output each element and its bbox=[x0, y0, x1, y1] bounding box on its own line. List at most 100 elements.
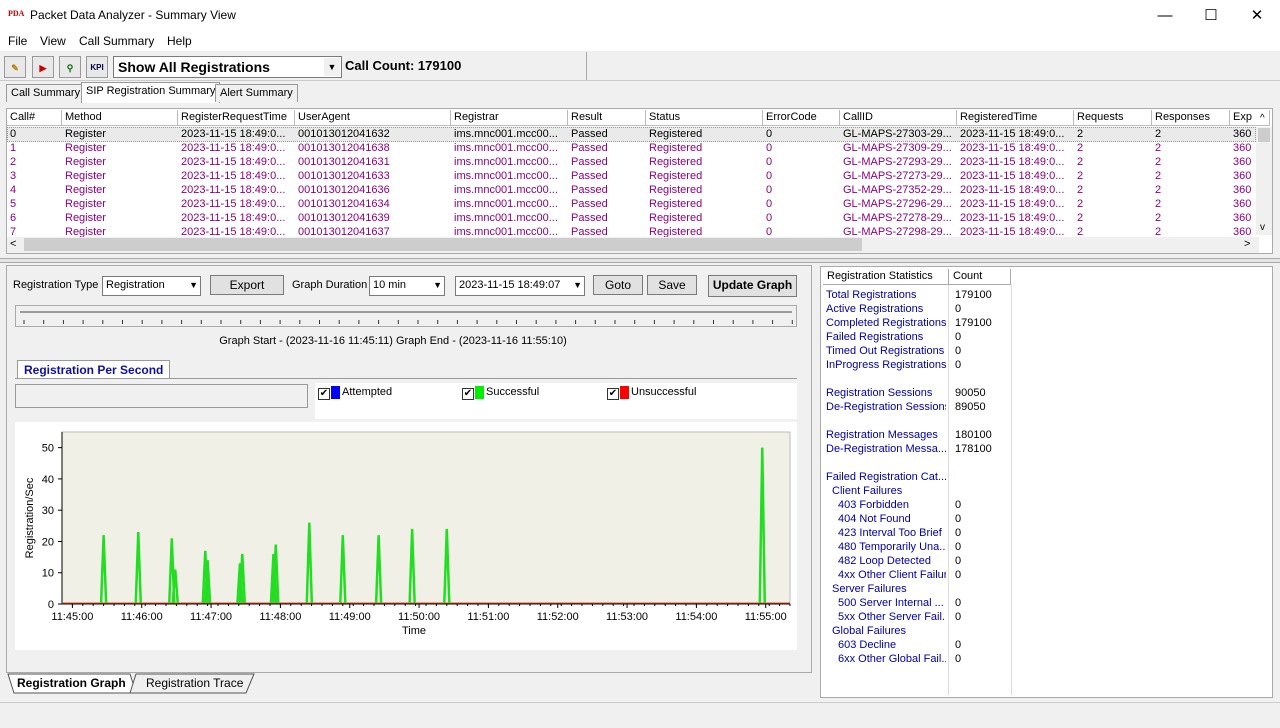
export-button[interactable]: Export bbox=[210, 275, 284, 295]
cell-error-code[interactable]: 0 bbox=[763, 170, 840, 184]
registration-type-select[interactable]: Registration ▼ bbox=[102, 276, 201, 296]
chevron-down-icon[interactable]: ▼ bbox=[573, 280, 582, 290]
cell-call-id[interactable]: GL-MAPS-27352-29... bbox=[840, 184, 957, 198]
column-header-status[interactable]: Status bbox=[646, 110, 763, 126]
cell-method[interactable]: Register bbox=[62, 198, 178, 212]
chevron-down-icon[interactable]: ▼ bbox=[189, 280, 198, 290]
stat-label[interactable] bbox=[826, 415, 946, 429]
column-header-register-request-time[interactable]: RegisterRequestTime bbox=[178, 110, 295, 126]
cell-user-agent[interactable]: 001013012041638 bbox=[295, 142, 451, 156]
graph-datetime-picker[interactable]: 2023-11-15 18:49:07 ▼ bbox=[455, 276, 585, 296]
cell-result[interactable]: Passed bbox=[568, 128, 646, 142]
cell-status[interactable]: Registered bbox=[646, 142, 763, 156]
cell-error-code[interactable]: 0 bbox=[763, 142, 840, 156]
grid-vertical-scrollbar[interactable] bbox=[1256, 127, 1272, 235]
stat-label[interactable]: 423 Interval Too Brief bbox=[838, 527, 946, 541]
cell-call-id[interactable]: GL-MAPS-27278-29... bbox=[840, 212, 957, 226]
stat-label[interactable]: Completed Registrations bbox=[826, 317, 946, 331]
find-icon[interactable]: ⚲ bbox=[59, 56, 81, 78]
cell-call-id[interactable]: GL-MAPS-27296-29... bbox=[840, 198, 957, 212]
legend-successful-checkbox[interactable]: ✔ bbox=[462, 388, 474, 400]
column-header-method[interactable]: Method bbox=[62, 110, 178, 126]
cell-user-agent[interactable]: 001013012041633 bbox=[295, 170, 451, 184]
cell-requests[interactable]: 2 bbox=[1074, 142, 1152, 156]
registration-filter-select[interactable]: Show All Registrations ▼ bbox=[113, 56, 342, 78]
pane-splitter[interactable] bbox=[0, 258, 1280, 263]
cell-register-request-time[interactable]: 2023-11-15 18:49:0... bbox=[178, 170, 295, 184]
cell-user-agent[interactable]: 001013012041639 bbox=[295, 212, 451, 226]
cell-responses[interactable]: 2 bbox=[1152, 156, 1230, 170]
cell-registered-time[interactable]: 2023-11-15 18:49:0... bbox=[957, 198, 1074, 212]
tab-call-summary[interactable]: Call Summary bbox=[6, 84, 86, 102]
stats-header-name[interactable]: Registration Statistics bbox=[823, 269, 949, 285]
cell-error-code[interactable]: 0 bbox=[763, 198, 840, 212]
cell-user-agent[interactable]: 001013012041634 bbox=[295, 198, 451, 212]
cell-register-request-time[interactable]: 2023-11-15 18:49:0... bbox=[178, 156, 295, 170]
stat-label[interactable]: De-Registration Messa... bbox=[826, 443, 946, 457]
cell-status[interactable]: Registered bbox=[646, 184, 763, 198]
column-header-registrar[interactable]: Registrar bbox=[451, 110, 568, 126]
stat-label[interactable]: 500 Server Internal ... bbox=[838, 597, 946, 611]
cell-result[interactable]: Passed bbox=[568, 156, 646, 170]
cell-register-request-time[interactable]: 2023-11-15 18:49:0... bbox=[178, 128, 295, 142]
stat-label[interactable]: Global Failures bbox=[832, 625, 946, 639]
tab-registration-trace[interactable]: Registration Trace bbox=[146, 676, 243, 690]
export-icon[interactable]: ▶ bbox=[32, 56, 54, 78]
cell-requests[interactable]: 2 bbox=[1074, 184, 1152, 198]
stat-label[interactable]: 4xx Other Client Failure bbox=[838, 569, 946, 583]
stat-label[interactable] bbox=[826, 373, 946, 387]
stat-label[interactable]: Timed Out Registrations bbox=[826, 345, 946, 359]
cell-error-code[interactable]: 0 bbox=[763, 156, 840, 170]
tab-registration-graph[interactable]: Registration Graph bbox=[17, 676, 126, 690]
cell-error-code[interactable]: 0 bbox=[763, 184, 840, 198]
cell-registrar[interactable]: ims.mnc001.mcc00... bbox=[451, 142, 568, 156]
column-header-result[interactable]: Result bbox=[568, 110, 646, 126]
cell-requests[interactable]: 2 bbox=[1074, 170, 1152, 184]
stat-label[interactable] bbox=[826, 457, 946, 471]
cell-status[interactable]: Registered bbox=[646, 128, 763, 142]
cell-result[interactable]: Passed bbox=[568, 212, 646, 226]
cell-status[interactable]: Registered bbox=[646, 212, 763, 226]
stat-label[interactable]: 404 Not Found bbox=[838, 513, 946, 527]
stat-label[interactable]: Client Failures bbox=[832, 485, 946, 499]
cell-result[interactable]: Passed bbox=[568, 184, 646, 198]
scroll-right-icon[interactable]: > bbox=[1244, 238, 1250, 250]
tab-sip-registration-summary[interactable]: SIP Registration Summary bbox=[81, 82, 221, 103]
cell-method[interactable]: Register bbox=[62, 212, 178, 226]
stat-label[interactable]: InProgress Registrations bbox=[826, 359, 946, 373]
cell-register-request-time[interactable]: 2023-11-15 18:49:0... bbox=[178, 142, 295, 156]
stat-label[interactable]: Failed Registrations bbox=[826, 331, 946, 345]
stat-label[interactable]: Server Failures bbox=[832, 583, 946, 597]
cell-call-id[interactable]: GL-MAPS-27309-29... bbox=[840, 142, 957, 156]
cell-registered-time[interactable]: 2023-11-15 18:49:0... bbox=[957, 170, 1074, 184]
stat-label[interactable]: 5xx Other Server Fail... bbox=[838, 611, 946, 625]
cell-call-id[interactable]: GL-MAPS-27273-29... bbox=[840, 170, 957, 184]
cell-register-request-time[interactable]: 2023-11-15 18:49:0... bbox=[178, 212, 295, 226]
cell-call-number[interactable]: 2 bbox=[7, 156, 62, 170]
menu-file[interactable]: File bbox=[8, 34, 27, 48]
cell-method[interactable]: Register bbox=[62, 156, 178, 170]
tab-registration-per-second[interactable]: Registration Per Second bbox=[17, 360, 171, 378]
cell-result[interactable]: Passed bbox=[568, 142, 646, 156]
cell-responses[interactable]: 2 bbox=[1152, 128, 1230, 142]
cell-error-code[interactable]: 0 bbox=[763, 212, 840, 226]
minimize-button[interactable]: — bbox=[1142, 0, 1188, 31]
cell-registrar[interactable]: ims.mnc001.mcc00... bbox=[451, 212, 568, 226]
stat-label[interactable]: 403 Forbidden bbox=[838, 499, 946, 513]
cell-register-request-time[interactable]: 2023-11-15 18:49:0... bbox=[178, 198, 295, 212]
goto-button[interactable]: Goto bbox=[593, 275, 643, 295]
cell-call-number[interactable]: 1 bbox=[7, 142, 62, 156]
cell-call-number[interactable]: 6 bbox=[7, 212, 62, 226]
cell-registered-time[interactable]: 2023-11-15 18:49:0... bbox=[957, 156, 1074, 170]
column-header-call-number[interactable]: Call# bbox=[7, 110, 62, 126]
chevron-down-icon[interactable]: ▼ bbox=[324, 58, 340, 76]
column-header-call-id[interactable]: CallID bbox=[840, 110, 957, 126]
cell-requests[interactable]: 2 bbox=[1074, 198, 1152, 212]
cell-registered-time[interactable]: 2023-11-15 18:49:0... bbox=[957, 128, 1074, 142]
cell-error-code[interactable]: 0 bbox=[763, 128, 840, 142]
cell-responses[interactable]: 2 bbox=[1152, 212, 1230, 226]
cell-call-number[interactable]: 4 bbox=[7, 184, 62, 198]
cell-method[interactable]: Register bbox=[62, 128, 178, 142]
menu-view[interactable]: View bbox=[40, 34, 66, 48]
graph-timeline-slider[interactable] bbox=[15, 305, 797, 327]
